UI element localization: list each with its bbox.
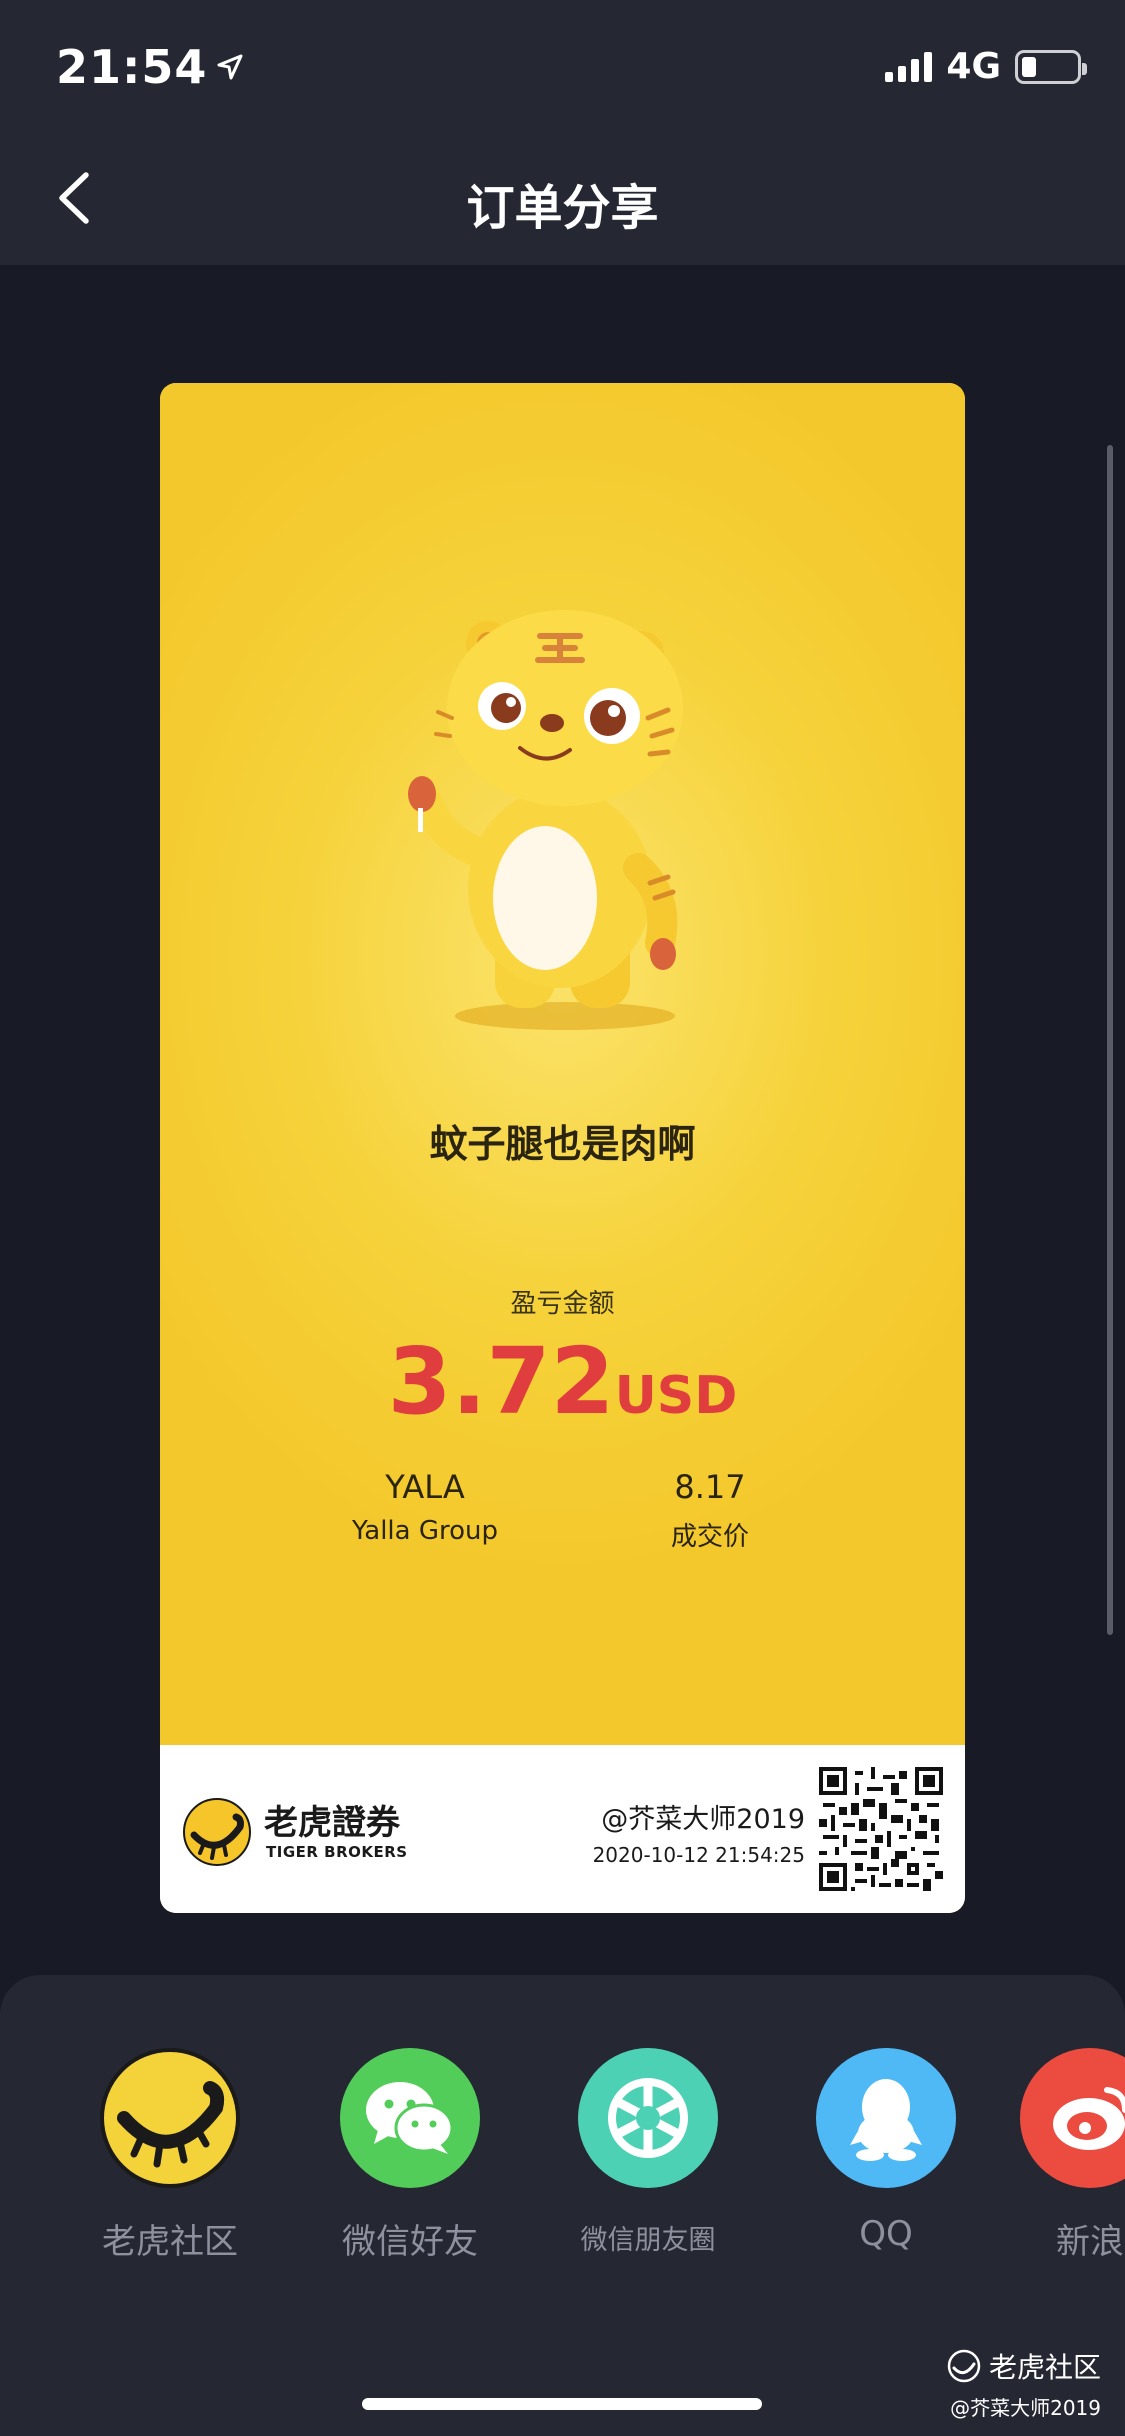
share-label: 老虎社区 — [102, 2222, 238, 2262]
top-bar: 21:54 4G 订单分享 — [0, 0, 1125, 265]
card-slogan: 蚊子腿也是肉啊 — [429, 1122, 696, 1166]
qq-icon — [816, 2048, 956, 2188]
signal-icon — [885, 51, 933, 82]
tiger-community-watermark-icon — [947, 2349, 981, 2383]
trade-price: 8.17 — [674, 1468, 746, 1506]
watermark-line-2: @芥菜大师2019 — [950, 2396, 1101, 2420]
scrollbar[interactable] — [1107, 445, 1113, 1635]
moments-icon — [578, 2048, 718, 2188]
ticker-block: YALA Yalla Group — [310, 1468, 540, 1546]
qr-code-icon — [819, 1767, 943, 1891]
share-qq[interactable]: QQ — [786, 2048, 986, 2254]
brand-name-cn: 老虎證券 — [264, 1803, 400, 1843]
trade-price-label: 成交价 — [670, 1522, 749, 1552]
card-background: 蚊子腿也是肉啊 盈亏金额 3.72USD YALA Yalla Group 8.… — [160, 383, 965, 1745]
user-handle: @芥菜大师2019 — [601, 1804, 805, 1835]
watermark-text: 老虎社区 — [988, 2351, 1101, 2384]
network-type: 4G — [946, 46, 1001, 87]
ticker-symbol: YALA — [385, 1468, 465, 1506]
pnl-currency: USD — [614, 1366, 738, 1426]
card-footer: 老虎證券 TIGER BROKERS @芥菜大师2019 2020-10-12 … — [160, 1745, 965, 1913]
pnl-amount: 3.72 — [387, 1328, 615, 1435]
share-label: 微信好友 — [342, 2222, 478, 2262]
share-label: 新浪 — [1056, 2222, 1124, 2262]
weibo-icon — [1020, 2048, 1125, 2188]
watermark-line-1: 老虎社区 — [947, 2346, 1101, 2386]
watermark: 老虎社区 @芥菜大师2019 — [947, 2346, 1101, 2421]
wechat-icon — [340, 2048, 480, 2188]
pnl-value: 3.72USD — [160, 1328, 965, 1435]
share-wechat-friend[interactable]: 微信好友 — [310, 2048, 510, 2263]
share-label: QQ — [859, 2214, 913, 2254]
tiger-community-icon — [100, 2048, 240, 2188]
company-name: Yalla Group — [351, 1516, 499, 1546]
pnl-label: 盈亏金额 — [510, 1289, 615, 1319]
brand-name-en: TIGER BROKERS — [266, 1843, 408, 1861]
order-share-card: 蚊子腿也是肉啊 盈亏金额 3.72USD YALA Yalla Group 8.… — [160, 383, 965, 1913]
share-weibo[interactable]: 新浪 — [1020, 2048, 1125, 2263]
tiger-brokers-logo-icon — [183, 1798, 251, 1866]
status-indicators: 4G — [885, 46, 1087, 87]
share-wechat-moments[interactable]: 微信朋友圈 — [548, 2048, 748, 2257]
location-arrow-icon — [217, 54, 243, 80]
battery-icon — [1015, 49, 1087, 84]
price-block: 8.17 成交价 — [610, 1468, 810, 1553]
tiger-mascot-illustration — [408, 610, 683, 1030]
status-time: 21:54 — [56, 40, 243, 94]
home-indicator[interactable] — [362, 2398, 762, 2410]
share-timestamp: 2020-10-12 21:54:25 — [592, 1843, 805, 1867]
page-title: 订单分享 — [466, 180, 659, 236]
share-tiger-community[interactable]: 老虎社区 — [70, 2048, 270, 2263]
share-label: 微信朋友圈 — [580, 2225, 716, 2256]
status-time-text: 21:54 — [56, 40, 208, 94]
